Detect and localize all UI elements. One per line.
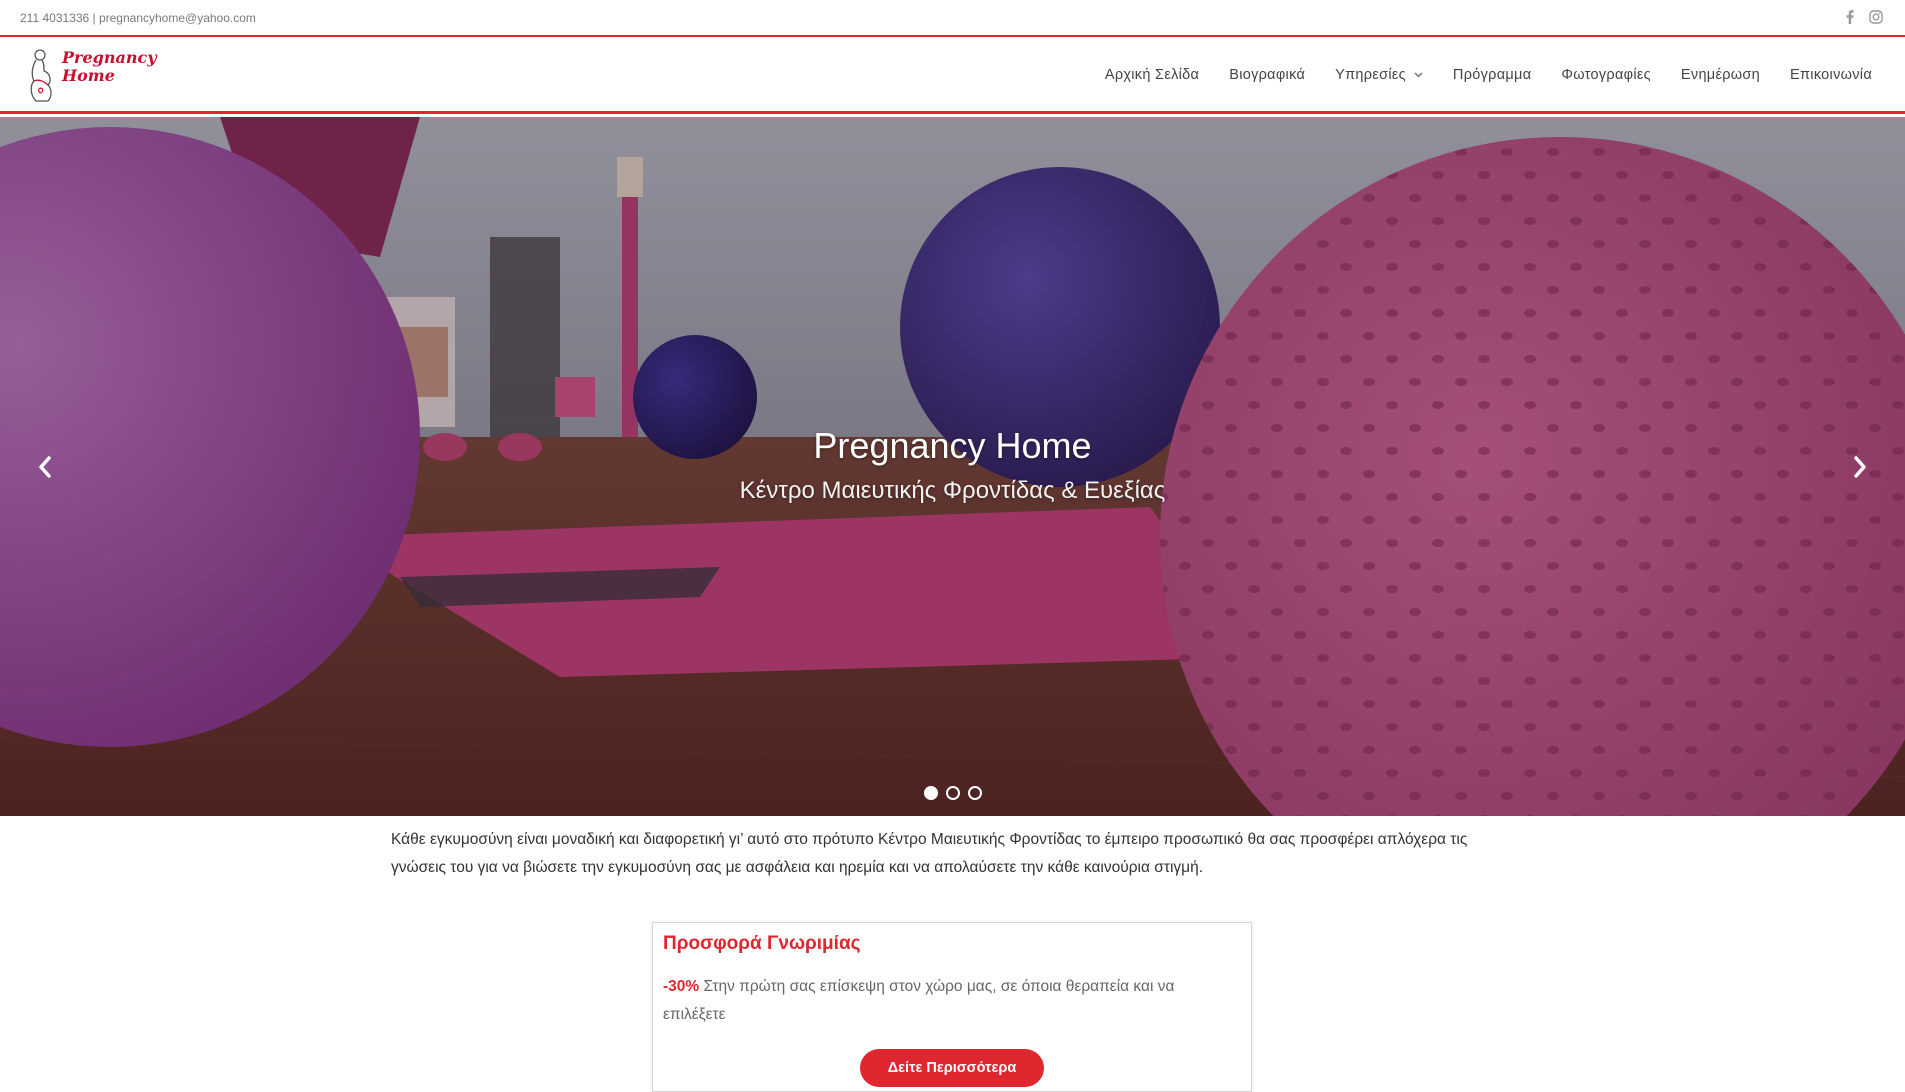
hero-subtitle: Κέντρο Μαιευτικής Φροντίδας & Ευεξίας: [739, 477, 1166, 504]
contact-info: 211 4031336 | pregnancyhome@yahoo.com: [20, 11, 256, 25]
logo-text: Pregnancy Home: [62, 49, 157, 85]
nav-item-news[interactable]: Ενημέρωση: [1666, 39, 1775, 111]
main-nav: Αρχική Σελίδα Βιογραφικά Υπηρεσίες Πρόγρ…: [1090, 39, 1887, 111]
offer-body: -30% Στην πρώτη σας επίσκεψη στον χώρο μ…: [663, 973, 1223, 1029]
slider-dot-2[interactable]: [945, 786, 960, 800]
offer-discount: -30%: [663, 978, 700, 995]
logo-line-1: Pregnancy: [62, 48, 157, 67]
slider-dot-1[interactable]: [923, 786, 938, 800]
nav-item-services[interactable]: Υπηρεσίες: [1320, 39, 1438, 111]
nav-item-contact[interactable]: Επικοινωνία: [1775, 39, 1887, 111]
top-bar: 211 4031336 | pregnancyhome@yahoo.com: [0, 0, 1905, 37]
intro-paragraph: Κάθε εγκυμοσύνη είναι μοναδική και διαφο…: [391, 831, 1468, 876]
slider-prev-button[interactable]: [30, 447, 60, 487]
logo-pregnant-woman-icon: [30, 49, 52, 102]
offer-title: Προσφορά Γνωριμίας: [663, 933, 861, 954]
slider-next-button[interactable]: [1845, 447, 1875, 487]
offer-card: Προσφορά Γνωριμίας -30% Στην πρώτη σας ε…: [652, 922, 1252, 1092]
hero-title: Pregnancy Home: [813, 425, 1092, 466]
chevron-left-icon: [39, 456, 51, 478]
hero-slider: Pregnancy Home Κέντρο Μαιευτικής Φροντίδ…: [0, 117, 1905, 816]
chevron-down-icon: [1414, 70, 1423, 81]
nav-item-bios[interactable]: Βιογραφικά: [1214, 39, 1320, 111]
facebook-icon[interactable]: [1843, 9, 1857, 25]
logo-line-2: Home: [62, 66, 115, 85]
instagram-icon[interactable]: [1869, 9, 1883, 25]
nav-item-home[interactable]: Αρχική Σελίδα: [1090, 39, 1214, 111]
chevron-right-icon: [1854, 456, 1866, 478]
slider-dots: [0, 786, 1905, 800]
site-logo[interactable]: Pregnancy Home: [22, 45, 162, 107]
nav-item-schedule[interactable]: Πρόγραμμα: [1438, 39, 1546, 111]
main-header: Pregnancy Home Αρχική Σελίδα Βιογραφικά …: [0, 39, 1905, 114]
see-more-button[interactable]: Δείτε Περισσότερα: [860, 1049, 1044, 1087]
nav-item-photos[interactable]: Φωτογραφίες: [1546, 39, 1666, 111]
offer-text: Στην πρώτη σας επίσκεψη στον χώρο μας, σ…: [663, 978, 1175, 1023]
nav-item-services-label: Υπηρεσίες: [1335, 67, 1406, 83]
slider-dot-3[interactable]: [967, 786, 982, 800]
social-links: [1843, 9, 1883, 25]
